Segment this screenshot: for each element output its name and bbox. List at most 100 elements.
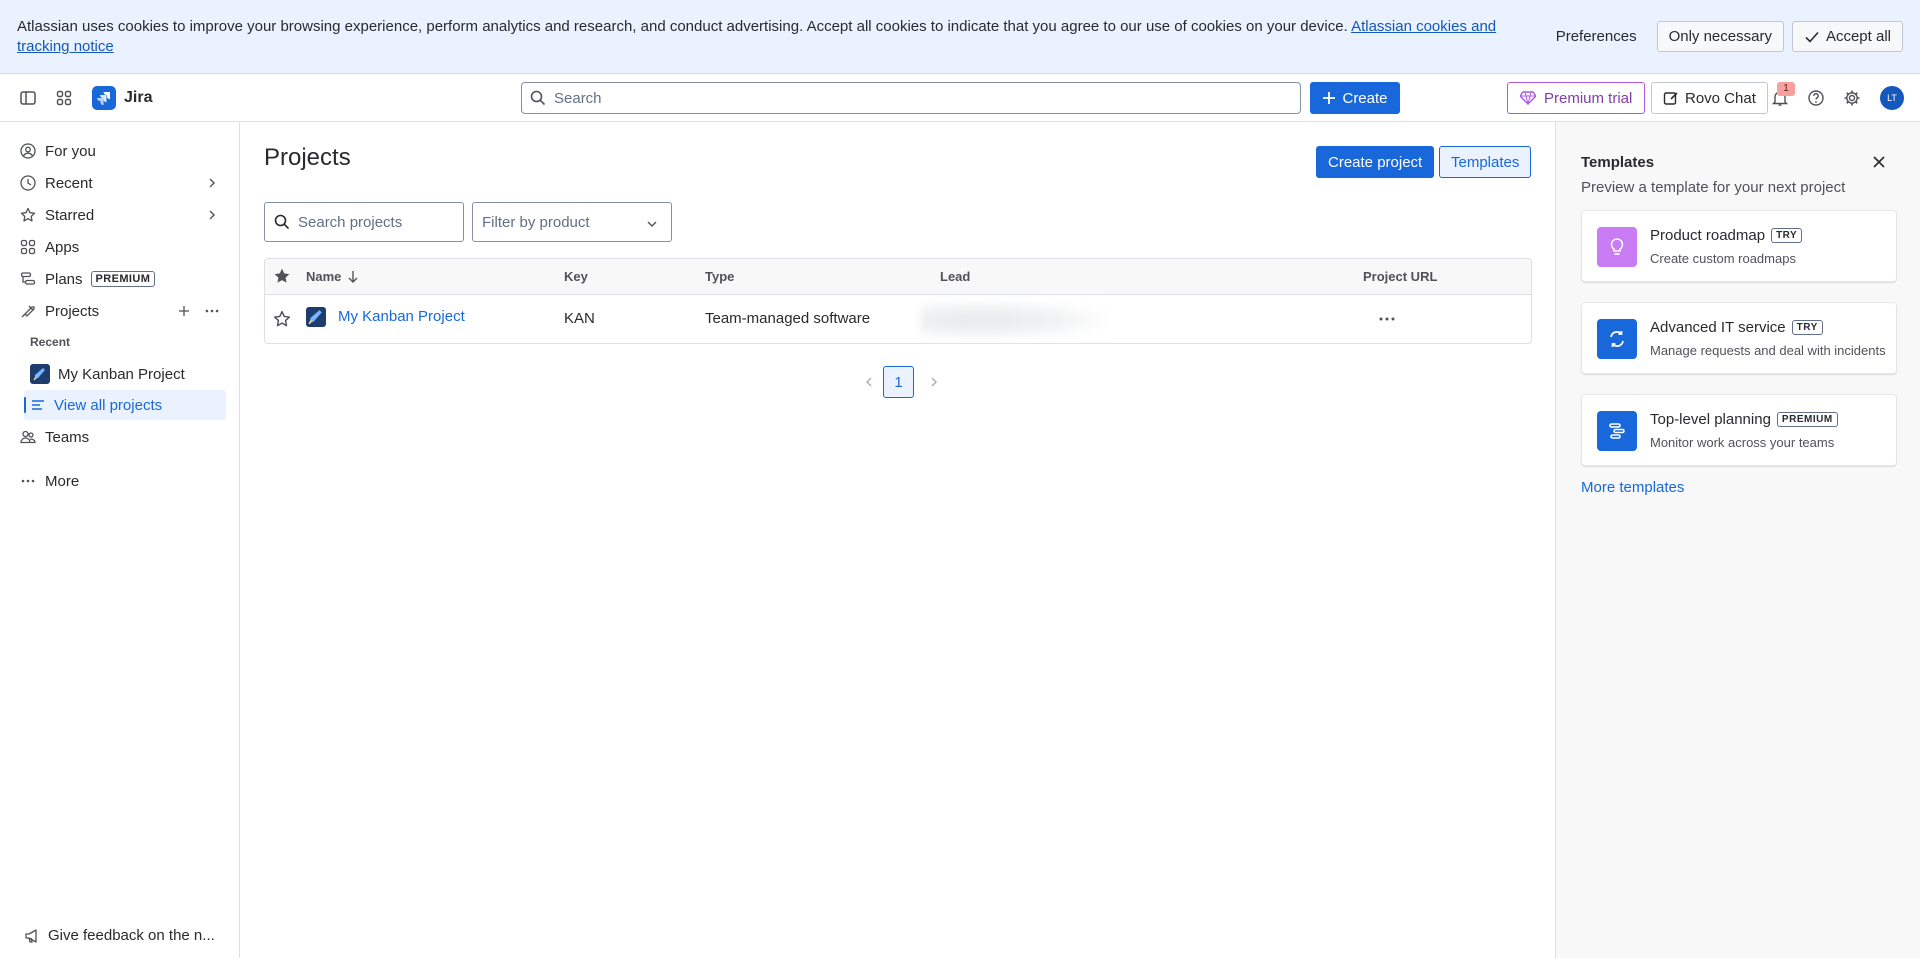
column-header-key[interactable]: Key xyxy=(564,269,588,284)
top-navigation: Jira Create Premium trial Rovo Chat 1 LT xyxy=(0,74,1920,122)
jira-logo[interactable]: Jira xyxy=(92,86,152,110)
project-avatar-icon xyxy=(306,307,326,327)
rovo-chat-button[interactable]: Rovo Chat xyxy=(1651,82,1768,114)
project-avatar-icon xyxy=(30,364,50,384)
sidebar-item-for-you[interactable]: For you xyxy=(12,137,228,165)
page-title: Projects xyxy=(264,144,351,171)
template-name: Top-level planning PREMIUM xyxy=(1650,411,1838,428)
rovo-chat-label: Rovo Chat xyxy=(1685,89,1756,107)
search-projects-field[interactable] xyxy=(264,202,464,242)
template-name-text: Advanced IT service xyxy=(1650,319,1786,336)
add-project-icon[interactable] xyxy=(176,303,192,319)
star-filled-icon[interactable] xyxy=(273,267,291,285)
refresh-icon xyxy=(1597,319,1637,359)
project-key: KAN xyxy=(564,310,595,327)
template-description: Manage requests and deal with incidents xyxy=(1650,343,1886,358)
plans-icon xyxy=(19,270,37,288)
sidebar-item-apps[interactable]: Apps xyxy=(12,233,228,261)
arrow-down-icon xyxy=(347,270,359,284)
sidebar-item-recent[interactable]: Recent xyxy=(12,169,228,197)
sidebar-toggle-icon[interactable] xyxy=(16,86,40,110)
help-icon[interactable] xyxy=(1804,86,1828,110)
projects-icon xyxy=(19,302,37,320)
app-switcher-icon[interactable] xyxy=(52,86,76,110)
column-header-name[interactable]: Name xyxy=(306,269,359,284)
templates-button[interactable]: Templates xyxy=(1439,146,1532,178)
search-input[interactable] xyxy=(554,89,1300,107)
search-icon xyxy=(530,90,546,106)
close-icon[interactable] xyxy=(1869,152,1889,172)
create-label: Create xyxy=(1342,89,1388,107)
settings-gear-icon[interactable] xyxy=(1840,86,1864,110)
premium-trial-button[interactable]: Premium trial xyxy=(1507,82,1646,114)
more-templates-link[interactable]: More templates xyxy=(1581,479,1684,496)
star-icon xyxy=(19,206,37,224)
row-more-actions-icon[interactable] xyxy=(1377,311,1397,327)
template-description: Monitor work across your teams xyxy=(1650,435,1835,450)
sidebar-item-starred[interactable]: Starred xyxy=(12,201,228,229)
chevron-left-icon[interactable] xyxy=(861,374,877,390)
only-necessary-label: Only necessary xyxy=(1668,28,1772,45)
filter-placeholder: Filter by product xyxy=(482,213,590,231)
template-card-product-roadmap[interactable]: Product roadmap TRY Create custom roadmap… xyxy=(1581,210,1897,282)
check-icon xyxy=(1804,29,1820,45)
filter-by-product-select[interactable]: Filter by product xyxy=(472,202,672,242)
template-name: Advanced IT service TRY xyxy=(1650,319,1823,336)
more-options-icon[interactable] xyxy=(204,303,220,319)
sidebar-item-label: Starred xyxy=(45,206,95,224)
premium-tag: PREMIUM xyxy=(90,271,156,287)
plus-icon xyxy=(1322,91,1336,105)
person-circle-icon xyxy=(19,142,37,160)
user-avatar[interactable]: LT xyxy=(1880,86,1904,110)
give-feedback-button[interactable]: Give feedback on the n... xyxy=(24,927,215,944)
sidebar-item-projects[interactable]: Projects xyxy=(12,297,228,325)
template-card-advanced-it-service[interactable]: Advanced IT service TRY Manage requests a… xyxy=(1581,302,1897,374)
recent-project-item[interactable]: My Kanban Project xyxy=(24,359,226,389)
cookie-banner: Atlassian uses cookies to improve your b… xyxy=(0,0,1920,74)
sidebar-item-label: Projects xyxy=(45,302,100,320)
accept-all-button[interactable]: Accept all xyxy=(1791,21,1903,52)
jira-logo-icon xyxy=(92,86,116,110)
templates-panel-subtitle: Preview a template for your next project xyxy=(1581,179,1846,196)
sidebar-item-label: Plans xyxy=(45,270,83,288)
sidebar-item-label: Apps xyxy=(45,238,80,256)
search-icon xyxy=(274,214,290,230)
project-type: Team-managed software xyxy=(705,310,871,327)
create-project-button[interactable]: Create project xyxy=(1316,146,1435,178)
sidebar-item-more[interactable]: More xyxy=(12,467,228,495)
table-row: My Kanban Project KAN Team-managed softw… xyxy=(265,295,1531,344)
template-name-text: Top-level planning xyxy=(1650,411,1771,428)
table-header: Name Key Type Lead Project URL xyxy=(265,259,1531,295)
star-icon[interactable] xyxy=(273,310,291,328)
template-name-text: Product roadmap xyxy=(1650,227,1766,244)
feedback-label: Give feedback on the n... xyxy=(48,927,215,944)
column-header-lead[interactable]: Lead xyxy=(940,269,970,284)
sidebar-item-label: More xyxy=(45,472,80,490)
main-content: Projects Create project Templates Filter… xyxy=(240,122,1555,958)
cookie-message-text: Atlassian uses cookies to improve your b… xyxy=(17,18,1352,35)
templates-panel: Templates Preview a template for your ne… xyxy=(1555,122,1920,958)
project-name-link[interactable]: My Kanban Project xyxy=(338,308,465,325)
project-lead-redacted xyxy=(921,301,1111,339)
more-icon xyxy=(19,472,37,490)
global-search[interactable] xyxy=(521,82,1301,114)
sidebar-item-plans[interactable]: Plans PREMIUM xyxy=(12,265,228,293)
lightbulb-icon xyxy=(1597,227,1637,267)
view-all-projects-item[interactable]: View all projects xyxy=(24,390,226,420)
notification-badge: 1 xyxy=(1777,82,1795,96)
preferences-button[interactable]: Preferences xyxy=(1544,21,1649,52)
only-necessary-button[interactable]: Only necessary xyxy=(1656,21,1784,52)
teams-icon xyxy=(19,428,37,446)
column-header-project-url: Project URL xyxy=(1363,269,1438,284)
pagination: 1 xyxy=(240,366,1555,398)
page-number-button[interactable]: 1 xyxy=(883,366,914,398)
template-card-top-level-planning[interactable]: Top-level planning PREMIUM Monitor work a… xyxy=(1581,394,1897,466)
search-projects-input[interactable] xyxy=(298,213,448,231)
column-header-type[interactable]: Type xyxy=(705,269,734,284)
chevron-right-icon[interactable] xyxy=(926,374,942,390)
try-tag: TRY xyxy=(1791,320,1823,335)
sidebar-item-teams[interactable]: Teams xyxy=(12,423,228,451)
apps-icon xyxy=(19,238,37,256)
premium-trial-label: Premium trial xyxy=(1544,89,1633,107)
create-button[interactable]: Create xyxy=(1310,82,1400,114)
